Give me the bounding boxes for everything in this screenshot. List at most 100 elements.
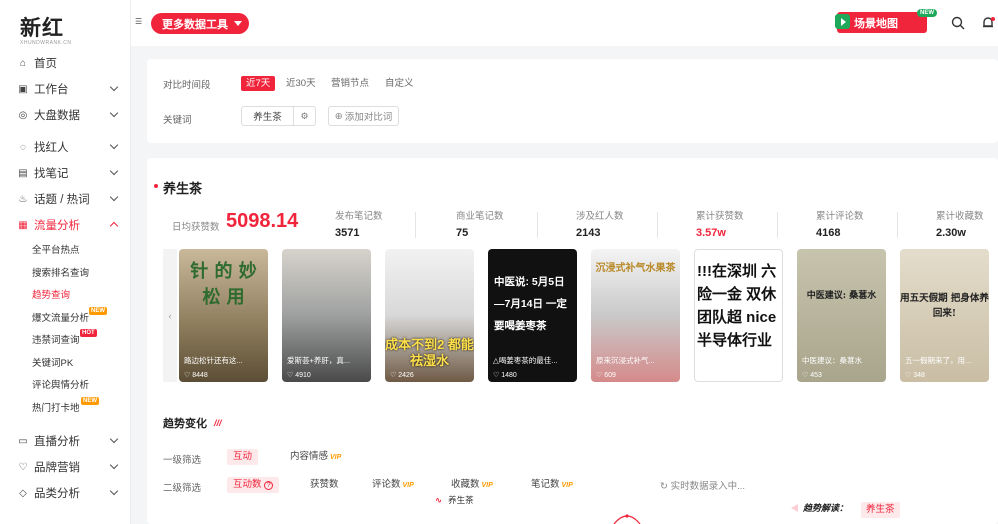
vip-badge: VIP [481, 482, 493, 489]
sub-item-label: 违禁词查询 [32, 335, 80, 347]
search-icon[interactable] [951, 16, 965, 30]
add-compare-label: 添加对比词 [344, 112, 393, 123]
legend-label: 养生茶 [448, 495, 474, 505]
sub-item-search-rank[interactable]: 搜索排名查询 [0, 261, 130, 284]
sidebar-item-live[interactable]: ▭ 直播分析 [0, 428, 130, 454]
note-likes: ♡ 8448 [184, 372, 208, 379]
period-tab-7d[interactable]: 近7天 [241, 76, 276, 91]
level2-tab-saves[interactable]: 收藏数 VIP [445, 477, 499, 493]
note-cover-text: !!!在深圳 六险一金 双休 团队超 nice 半导体行业 [697, 263, 777, 349]
sidebar-item-home[interactable]: ⌂ 首页 [0, 50, 130, 76]
level2-tab-likes[interactable]: 获赞数 [304, 477, 345, 493]
sidebar-item-label: 找笔记 [34, 168, 69, 180]
sub-item-checkin[interactable]: 热门打卡地 NEW [0, 396, 130, 419]
chevron-down-icon [109, 192, 119, 202]
vip-badge: VIP [561, 482, 573, 489]
level1-tab-sentiment[interactable]: 内容情感 VIP [284, 449, 347, 465]
level2-tab-notes[interactable]: 笔记数 VIP [525, 477, 579, 493]
sidebar-item-find-notes[interactable]: ▤ 找笔记 [0, 160, 130, 186]
sidebar-item-category[interactable]: ◇ 品类分析 [0, 480, 130, 506]
sidebar-item-label: 品牌营销 [34, 462, 80, 474]
sidebar-item-label: 品类分析 [34, 488, 80, 500]
sidebar-item-topics[interactable]: ♨ 话题 / 热词 [0, 186, 130, 212]
more-tools-label: 更多数据工具 [162, 18, 228, 31]
sidebar-item-brand[interactable]: ♡ 品牌营销 [0, 454, 130, 480]
logo[interactable]: 新红 XHUNDWRANK.CN [20, 12, 72, 46]
trend-interpretation-tag[interactable]: 养生茶 [861, 502, 900, 518]
sub-item-banned-words[interactable]: 违禁词查询 HOT [0, 328, 130, 351]
sub-item-hotspot[interactable]: 全平台热点 [0, 238, 130, 261]
sidebar-item-find-influencer[interactable]: ◌ 找红人 [0, 134, 130, 160]
traffic-icon: ▦ [18, 219, 28, 231]
gear-icon[interactable]: ⚙ [293, 107, 315, 125]
more-tools-button[interactable]: 更多数据工具 [151, 13, 249, 34]
sub-item-viral-analysis[interactable]: 爆文流量分析 NEW [0, 306, 130, 329]
new-badge: NEW [917, 9, 937, 17]
likes-count: 8448 [192, 372, 208, 379]
keyword-text: 养生茶 [253, 112, 282, 123]
sidebar-item-label: 直播分析 [34, 436, 80, 448]
sidebar-item-label: 大盘数据 [34, 110, 80, 122]
sub-item-label: 爆文流量分析 [32, 312, 90, 324]
add-compare-button[interactable]: ⊕ 添加对比词 [328, 106, 399, 126]
vip-badge: VIP [330, 454, 342, 461]
level2-tab-comments[interactable]: 评论数 VIP [366, 477, 420, 493]
sidebar-item-traffic[interactable]: ▦ 流量分析 [0, 212, 130, 238]
note-card[interactable]: 用五天假期 把身体养回来! 五一假期来了，用... ♡ 348 [900, 249, 989, 382]
chart-legend[interactable]: ∿ 养生茶 [435, 494, 480, 506]
note-card[interactable]: 中医建议: 桑葚水 中医建议：桑葚水 ♡ 453 [797, 249, 886, 382]
sub-item-label: 趋势查询 [32, 290, 71, 302]
note-card[interactable]: 成本不到2 都能祛湿水 ♡ 2426 [385, 249, 474, 382]
chevron-down-icon [109, 460, 119, 470]
collapse-sidebar-icon[interactable]: ☰ [135, 17, 142, 26]
scene-map-label: 场景地图 [854, 17, 898, 30]
keyword-title: 养生茶 [153, 178, 202, 197]
sub-item-keyword-pk[interactable]: 关键词PK [0, 351, 130, 374]
sidebar-nav: ⌂ 首页 ▣ 工作台 ◎ 大盘数据 ◌ 找红人 ▤ 找笔记 ♨ 话题 / 热词 ▦ 流量分析 … [0, 50, 130, 506]
stat-total-saves: 累计收藏数 2.30w [936, 208, 984, 239]
realtime-text: 实时数据录入中... [670, 481, 746, 492]
avg-likes-value: 5098.14 [226, 210, 299, 232]
sidebar-item-label: 话题 / 热词 [34, 194, 90, 206]
likes-count: 1480 [501, 372, 517, 379]
note-cover-text: 针 的 妙 松 用 [190, 261, 257, 308]
pill-label: 笔记数 [531, 479, 560, 490]
period-tab-30d[interactable]: 近30天 [286, 76, 316, 91]
scene-map-button[interactable]: 场景地图 NEW [835, 9, 937, 33]
note-caption: 中医建议：桑葚水 [802, 356, 862, 365]
sub-item-trend-query[interactable]: 趋势查询 [0, 283, 130, 306]
period-tab-marketing[interactable]: 营销节点 [331, 76, 369, 91]
keyword-detail-card: 养生茶 日均获赞数 5098.14 发布笔记数 3571 商业笔记数 75 涉及红人… [147, 158, 998, 524]
likes-count: 609 [604, 372, 616, 379]
stat-influencers: 涉及红人数 2143 [576, 208, 624, 239]
chevron-down-icon [109, 108, 119, 118]
level2-tab-interactions[interactable]: 互动数 ? [227, 477, 280, 493]
sidebar-item-dashboard[interactable]: ◎ 大盘数据 [0, 102, 130, 128]
period-tab-custom[interactable]: 自定义 [385, 76, 414, 91]
bell-icon[interactable] [981, 16, 995, 30]
stat-label: 累计评论数 [816, 211, 864, 222]
note-card[interactable]: 爱斯荟+养肝，真... ♡ 4910 [282, 249, 371, 382]
keyword-chip[interactable]: 养生茶 ⚙ [241, 106, 316, 126]
note-likes: ♡ 1480 [493, 372, 517, 379]
note-card[interactable]: 针 的 妙 松 用 路边松针还有这... ♡ 8448 [179, 249, 268, 382]
sub-item-label: 全平台热点 [32, 245, 80, 257]
sidebar-item-workbench[interactable]: ▣ 工作台 [0, 76, 130, 102]
level1-tab-interaction[interactable]: 互动 [227, 449, 259, 465]
note-card[interactable]: !!!在深圳 六险一金 双休 团队超 nice 半导体行业 [694, 249, 783, 382]
stat-label: 发布笔记数 [335, 211, 383, 222]
notes-icon: ▤ [18, 167, 28, 179]
note-card[interactable]: 沉浸式补气水果茶 原来沉浸式补气... ♡ 609 [591, 249, 680, 382]
vip-badge: VIP [402, 482, 414, 489]
likes-count: 2426 [398, 372, 414, 379]
pill-label: 收藏数 [451, 479, 480, 490]
carousel-prev-button[interactable]: ‹ [163, 249, 177, 382]
sub-item-label: 热门打卡地 [32, 402, 80, 414]
sub-item-comment-analysis[interactable]: 评论舆情分析 [0, 373, 130, 396]
note-likes: ♡ 453 [802, 372, 822, 379]
chevron-down-icon [109, 82, 119, 92]
note-card[interactable]: 中医说: 5月5日—7月14日 一定要喝姜枣茶 △喝姜枣茶的最佳... ♡ 14… [488, 249, 577, 382]
sub-item-label: 评论舆情分析 [32, 380, 90, 392]
sidebar-item-label: 找红人 [34, 142, 69, 154]
caret-down-icon [234, 21, 242, 26]
